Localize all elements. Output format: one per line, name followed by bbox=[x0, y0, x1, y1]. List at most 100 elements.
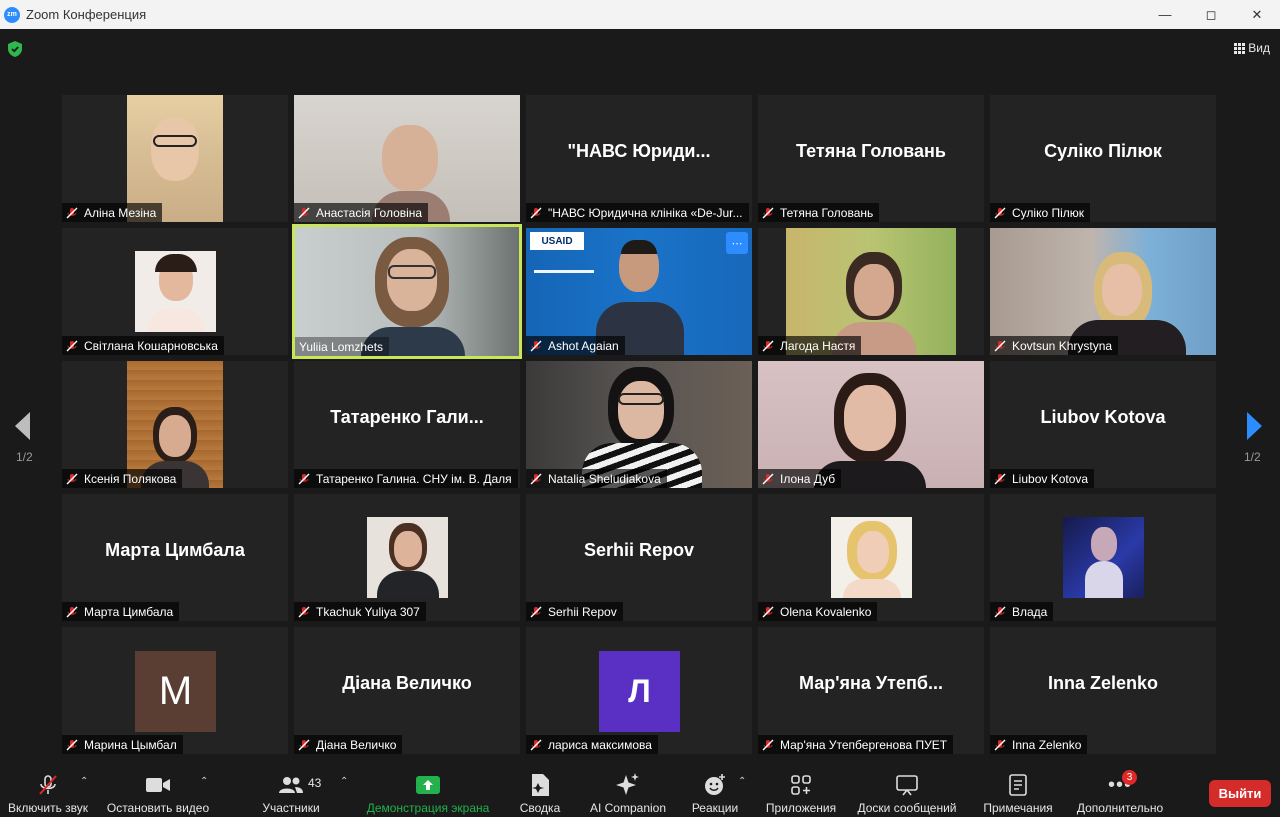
participant-tile[interactable]: Тетяна Головань Тетяна Головань bbox=[758, 95, 984, 222]
participant-tile[interactable]: Tkachuk Yuliya 307 bbox=[294, 494, 520, 621]
participant-display-name: Liubov Kotova bbox=[1040, 407, 1166, 427]
participant-tile[interactable]: Л лариса максимова bbox=[526, 627, 752, 754]
participant-video bbox=[831, 517, 912, 598]
participant-tile[interactable]: Аліна Мезіна bbox=[62, 95, 288, 222]
participant-tile[interactable]: Суліко Пілюк Суліко Пілюк bbox=[990, 95, 1216, 222]
participant-avatar: Л bbox=[599, 651, 680, 732]
participant-display-name: Діана Величко bbox=[342, 673, 472, 693]
reactions-options-caret-icon[interactable]: ⌃ bbox=[738, 776, 746, 787]
participant-name-label: Татаренко Галина. СНУ ім. В. Даля bbox=[294, 469, 518, 488]
previous-page-arrow-icon[interactable] bbox=[12, 406, 32, 446]
participant-name-label: Ashot Agaian bbox=[526, 336, 625, 355]
mic-muted-icon bbox=[762, 739, 774, 750]
summary-button[interactable]: Сводка bbox=[515, 772, 565, 817]
participant-tile[interactable]: USAID ⋯ Ashot Agaian bbox=[526, 228, 752, 355]
participant-tile[interactable]: Inna Zelenko Inna Zelenko bbox=[990, 627, 1216, 754]
next-page-arrow-icon[interactable] bbox=[1245, 406, 1265, 446]
participant-name-label: Liubov Kotova bbox=[990, 469, 1095, 488]
leave-meeting-button[interactable]: Выйти bbox=[1209, 780, 1271, 807]
participant-tile[interactable]: Татаренко Гали... Татаренко Галина. СНУ … bbox=[294, 361, 520, 488]
close-button[interactable]: ✕ bbox=[1234, 0, 1280, 29]
participants-options-caret-icon[interactable]: ⌃ bbox=[340, 776, 348, 787]
ai-companion-button[interactable]: AI Companion bbox=[586, 772, 670, 817]
participant-name-label: Ілона Дуб bbox=[758, 469, 842, 488]
security-shield-icon[interactable] bbox=[8, 41, 22, 57]
participant-video bbox=[1063, 517, 1144, 598]
whiteboards-button[interactable]: Доски сообщений bbox=[853, 772, 961, 817]
mic-muted-icon bbox=[762, 340, 774, 351]
participants-icon bbox=[279, 777, 303, 793]
mic-muted-icon bbox=[530, 340, 542, 351]
window-titlebar: zm Zoom Конференция — ◻ ✕ bbox=[0, 0, 1280, 29]
mic-muted-icon bbox=[66, 473, 78, 484]
mic-muted-icon bbox=[530, 739, 542, 750]
participant-name-label: "НАВС Юридична клініка «De-Jur... bbox=[526, 203, 749, 222]
participant-display-name: Татаренко Гали... bbox=[330, 407, 484, 427]
participant-name-label: Olena Kovalenko bbox=[758, 602, 878, 621]
mic-muted-icon bbox=[298, 207, 310, 218]
participant-tile[interactable]: M Марина Цымбал bbox=[62, 627, 288, 754]
stop-video-button[interactable]: Остановить видео bbox=[106, 772, 210, 817]
mic-muted-icon bbox=[66, 739, 78, 750]
mic-muted-icon bbox=[994, 207, 1006, 218]
participant-tile[interactable]: Ксенія Полякова bbox=[62, 361, 288, 488]
participant-tile[interactable]: Діана Величко Діана Величко bbox=[294, 627, 520, 754]
more-button[interactable]: ••• Дополнительно bbox=[1073, 772, 1167, 817]
unmute-button[interactable]: Включить звук bbox=[6, 772, 90, 817]
participant-name-label: Natalia Sheludiakova bbox=[526, 469, 667, 488]
participant-name-label: Аліна Мезіна bbox=[62, 203, 163, 222]
participant-tile[interactable]: Лагода Настя bbox=[758, 228, 984, 355]
participant-name-label: Serhii Repov bbox=[526, 602, 623, 621]
view-button[interactable]: Вид bbox=[1234, 41, 1270, 55]
mic-muted-icon bbox=[66, 606, 78, 617]
tile-more-options-button[interactable]: ⋯ bbox=[726, 232, 748, 254]
participant-name-label: Yuliia Lomzhets bbox=[295, 337, 390, 356]
participant-tile-active-speaker[interactable]: Yuliia Lomzhets bbox=[292, 224, 522, 359]
participant-video bbox=[367, 517, 448, 598]
participant-name-label: Лагода Настя bbox=[758, 336, 862, 355]
participant-video bbox=[135, 251, 216, 332]
participant-name-label: Анастасія Головіна bbox=[294, 203, 429, 222]
participant-display-name: Суліко Пілюк bbox=[1044, 141, 1162, 161]
participant-tile[interactable]: Ілона Дуб bbox=[758, 361, 984, 488]
reactions-button[interactable]: Реакции bbox=[688, 772, 742, 817]
mic-muted-icon bbox=[530, 606, 542, 617]
video-options-caret-icon[interactable]: ⌃ bbox=[200, 776, 208, 787]
participant-tile[interactable]: Olena Kovalenko bbox=[758, 494, 984, 621]
page-indicator-left: 1/2 bbox=[16, 450, 33, 464]
participant-tile[interactable]: Natalia Sheludiakova bbox=[526, 361, 752, 488]
participant-avatar: M bbox=[135, 651, 216, 732]
participant-display-name: Serhii Repov bbox=[583, 540, 695, 560]
usaid-logo: USAID bbox=[530, 232, 584, 250]
participant-tile[interactable]: Світлана Кошарновська bbox=[62, 228, 288, 355]
microphone-muted-icon bbox=[39, 775, 57, 795]
mic-muted-icon bbox=[298, 739, 310, 750]
audio-options-caret-icon[interactable]: ⌃ bbox=[80, 776, 88, 787]
whiteboard-icon bbox=[896, 775, 918, 796]
participant-tile[interactable]: Влада bbox=[990, 494, 1216, 621]
participant-name-label: Тетяна Головань bbox=[758, 203, 880, 222]
participant-tile[interactable]: Анастасія Головіна bbox=[294, 95, 520, 222]
share-screen-button[interactable]: Демонстрация экрана bbox=[363, 772, 493, 817]
maximize-button[interactable]: ◻ bbox=[1188, 0, 1234, 29]
participant-tile[interactable]: Марта Цимбала Марта Цимбала bbox=[62, 494, 288, 621]
mic-muted-icon bbox=[530, 473, 542, 484]
participant-tile[interactable]: Liubov Kotova Liubov Kotova bbox=[990, 361, 1216, 488]
mic-muted-icon bbox=[762, 473, 774, 484]
more-notification-badge: 3 bbox=[1122, 770, 1137, 785]
participant-name-label: Inna Zelenko bbox=[990, 735, 1088, 754]
participant-name-label: Суліко Пілюк bbox=[990, 203, 1091, 222]
participant-tile[interactable]: Serhii Repov Serhii Repov bbox=[526, 494, 752, 621]
participant-display-name: "НАВС Юриди... bbox=[567, 141, 711, 161]
meeting-topbar: Вид bbox=[0, 29, 1280, 69]
participant-tile[interactable]: "НАВС Юриди... "НАВС Юридична клініка «D… bbox=[526, 95, 752, 222]
reactions-smiley-icon bbox=[705, 774, 725, 795]
participant-tile[interactable]: Kovtsun Khrystyna bbox=[990, 228, 1216, 355]
apps-icon bbox=[791, 775, 811, 795]
participant-tile[interactable]: Мар'яна Утепб... Мар'яна Утепбергенова П… bbox=[758, 627, 984, 754]
participant-name-label: Kovtsun Khrystyna bbox=[990, 336, 1119, 355]
apps-button[interactable]: Приложения bbox=[762, 772, 840, 817]
notes-button[interactable]: Примечания bbox=[978, 772, 1058, 817]
mic-muted-icon bbox=[762, 606, 774, 617]
minimize-button[interactable]: — bbox=[1142, 0, 1188, 29]
